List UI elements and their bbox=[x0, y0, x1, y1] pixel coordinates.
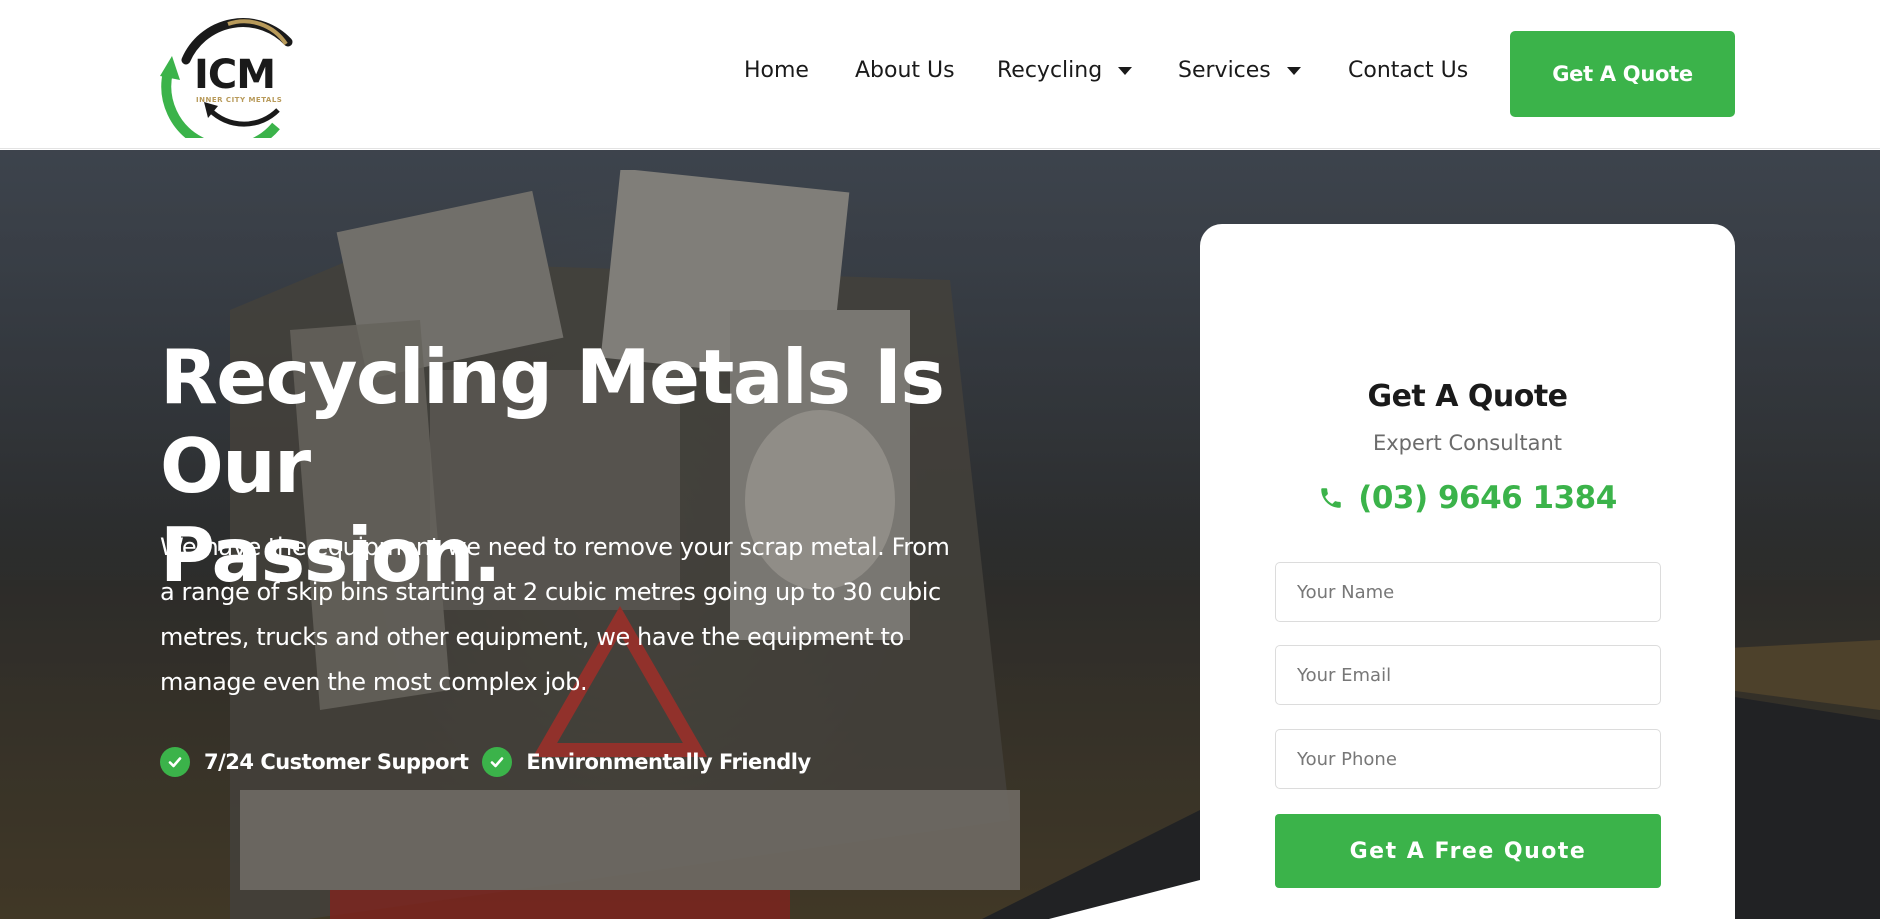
quote-form-card: Get A Quote Expert Consultant (03) 9646 … bbox=[1200, 224, 1735, 919]
nav-about-us-label: About Us bbox=[855, 58, 955, 83]
phone-link[interactable]: (03) 9646 1384 bbox=[1200, 480, 1735, 516]
nav-contact-us[interactable]: Contact Us bbox=[1348, 58, 1468, 83]
nav-home-label: Home bbox=[744, 58, 809, 83]
hero-description: We have the equipment we need to remove … bbox=[160, 533, 950, 696]
phone-input[interactable] bbox=[1275, 729, 1661, 789]
hero-headline-line1: Recycling Metals Is Our bbox=[160, 333, 945, 510]
get-a-quote-button[interactable]: Get A Quote bbox=[1510, 31, 1735, 117]
chevron-down-icon bbox=[1118, 66, 1133, 75]
nav-about-us[interactable]: About Us bbox=[855, 58, 955, 83]
get-free-quote-button[interactable]: Get A Free Quote bbox=[1275, 814, 1661, 888]
nav-services[interactable]: Services bbox=[1178, 58, 1301, 83]
nav-services-label: Services bbox=[1178, 58, 1271, 83]
hero-features: 7/24 Customer Support Environmentally Fr… bbox=[160, 747, 825, 777]
check-circle-icon bbox=[482, 747, 513, 777]
phone-icon bbox=[1321, 488, 1341, 508]
logo-wordmark: ICM bbox=[194, 52, 276, 98]
quote-form-subtitle: Expert Consultant bbox=[1372, 431, 1563, 455]
feature-customer-support: 7/24 Customer Support bbox=[160, 747, 469, 777]
feature-label: Environmentally Friendly bbox=[526, 750, 811, 774]
email-input[interactable] bbox=[1275, 645, 1661, 705]
site-header: ICM INNER CITY METALS Home About Us Recy… bbox=[0, 0, 1880, 154]
name-input[interactable] bbox=[1275, 562, 1661, 622]
check-circle-icon bbox=[160, 747, 190, 777]
logo-tagline: INNER CITY METALS bbox=[196, 96, 283, 104]
nav-home[interactable]: Home bbox=[744, 58, 809, 83]
phone-number: (03) 9646 1384 bbox=[1358, 480, 1617, 516]
feature-label: 7/24 Customer Support bbox=[204, 750, 469, 774]
chevron-down-icon bbox=[1286, 66, 1301, 75]
quote-form-title: Get A Quote bbox=[1367, 379, 1568, 414]
nav-contact-us-label: Contact Us bbox=[1348, 58, 1469, 83]
nav-recycling-label: Recycling bbox=[997, 58, 1103, 83]
feature-environmentally-friendly: Environmentally Friendly bbox=[482, 747, 811, 777]
icm-logo[interactable]: ICM INNER CITY METALS bbox=[158, 10, 313, 154]
nav-recycling[interactable]: Recycling bbox=[997, 58, 1133, 83]
